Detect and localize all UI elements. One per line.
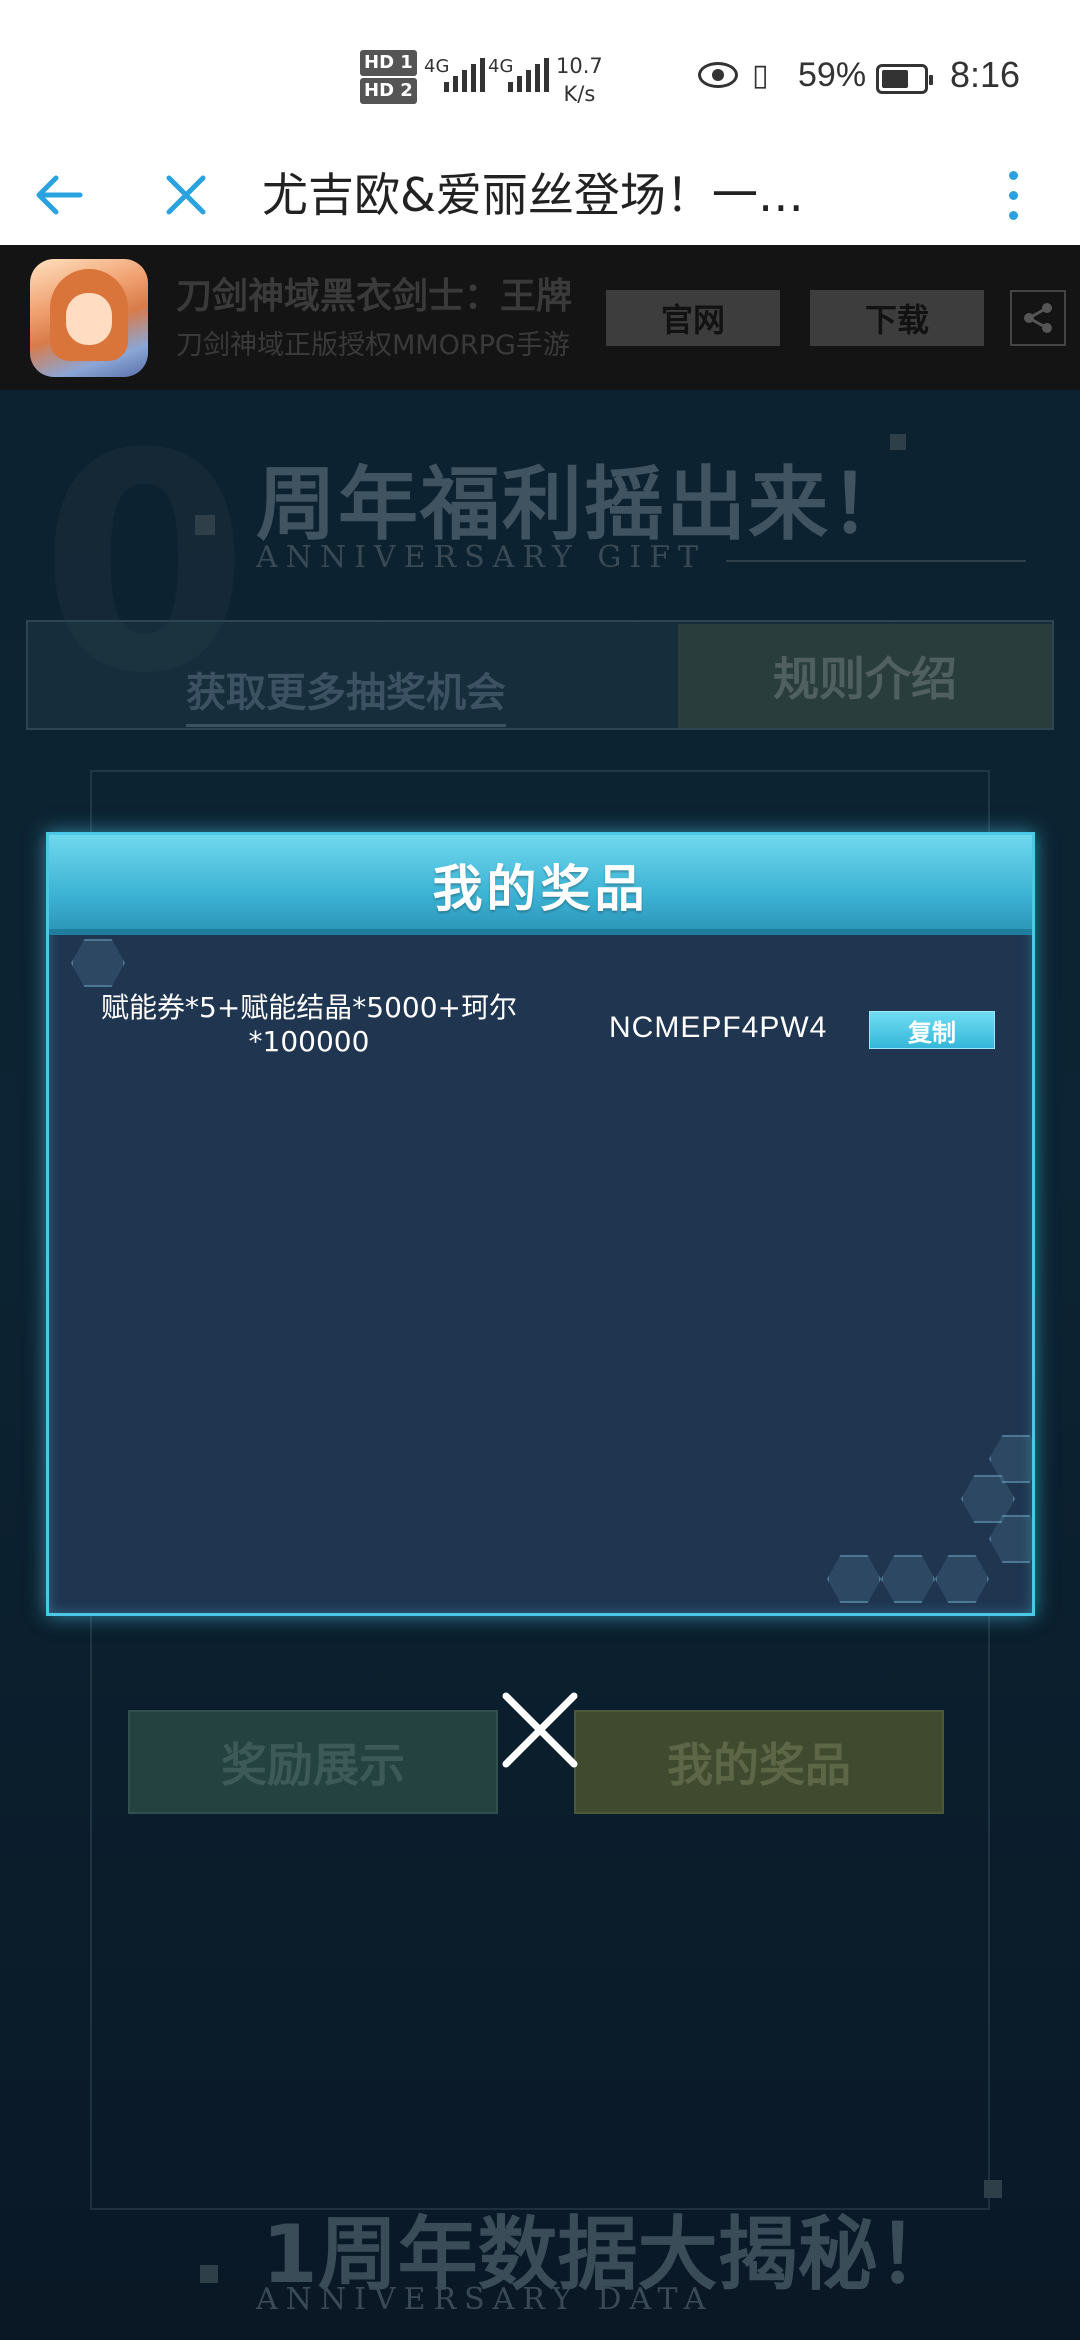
share-icon[interactable]	[1010, 290, 1066, 346]
network-speed-unit: K/s	[563, 82, 596, 106]
square-decoration	[200, 2265, 218, 2283]
close-dialog-icon[interactable]	[500, 1690, 580, 1770]
my-prizes-dialog: 我的奖品 赋能券*5+赋能结晶*5000+珂尔*100000 NCMEPF4PW…	[46, 832, 1035, 1616]
hd-indicator: HD 1 HD 2	[360, 50, 417, 106]
section-heading-en: ANNIVERSARY GIFT	[256, 540, 707, 575]
prize-name: 赋能券*5+赋能结晶*5000+珂尔*100000	[101, 991, 517, 1058]
rules-button[interactable]: 规则介绍	[678, 624, 1052, 728]
close-icon[interactable]	[156, 165, 216, 225]
official-site-button[interactable]: 官网	[606, 290, 780, 346]
more-chances-link[interactable]: 获取更多抽奖机会	[186, 660, 506, 727]
divider	[726, 560, 1026, 562]
section-heading: 周年福利摇出来！	[256, 458, 912, 551]
app-name: 刀剑神域黑衣剑士：王牌	[176, 276, 573, 317]
hd1-label: HD 1	[360, 50, 417, 76]
vibrate-icon: ▯	[752, 58, 769, 93]
hexagon-decoration	[935, 1555, 989, 1603]
hd2-label: HD 2	[360, 78, 417, 104]
network-speed: 10.7 K/s	[556, 52, 603, 108]
signal-icon-1	[444, 58, 485, 92]
my-prizes-button[interactable]: 我的奖品	[574, 1710, 944, 1814]
copy-button[interactable]: 复制	[869, 1011, 995, 1049]
app-subtitle: 刀剑神域正版授权MMORPG手游	[176, 330, 570, 361]
clock: 8:16	[950, 54, 1021, 95]
browser-title-bar: 尤吉欧&爱丽丝登场！一…	[0, 145, 1080, 245]
battery-icon	[876, 64, 933, 94]
app-icon[interactable]	[30, 259, 148, 377]
hexagon-decoration	[881, 1555, 935, 1603]
signal-icon-2	[508, 58, 549, 92]
dialog-header: 我的奖品	[49, 835, 1032, 935]
back-arrow-icon[interactable]	[30, 165, 90, 225]
square-decoration	[984, 2180, 1002, 2198]
battery-percent: 59%	[798, 56, 867, 94]
eye-comfort-icon	[698, 62, 738, 88]
network-speed-value: 10.7	[556, 54, 603, 78]
status-bar: HD 1 HD 2 4G 4G 10.7 K/s ▯ 59% 8:16	[0, 0, 1080, 145]
dialog-title: 我的奖品	[432, 860, 649, 918]
reward-display-button[interactable]: 奖励展示	[128, 1710, 498, 1814]
section-heading-2-en: ANNIVERSARY DATA	[256, 2282, 714, 2317]
more-options-icon[interactable]	[1000, 157, 1026, 233]
square-decoration	[195, 515, 215, 535]
hexagon-decoration	[827, 1555, 881, 1603]
prize-code: NCMEPF4PW4	[609, 1011, 828, 1044]
hexagon-decoration	[71, 939, 125, 987]
prize-row: 赋能券*5+赋能结晶*5000+珂尔*100000 NCMEPF4PW4 复制	[49, 991, 1032, 1081]
app-banner: 刀剑神域黑衣剑士：王牌 刀剑神域正版授权MMORPG手游 官网 下载	[0, 245, 1080, 390]
download-button[interactable]: 下载	[810, 290, 984, 346]
page-title: 尤吉欧&爱丽丝登场！一…	[262, 168, 804, 222]
